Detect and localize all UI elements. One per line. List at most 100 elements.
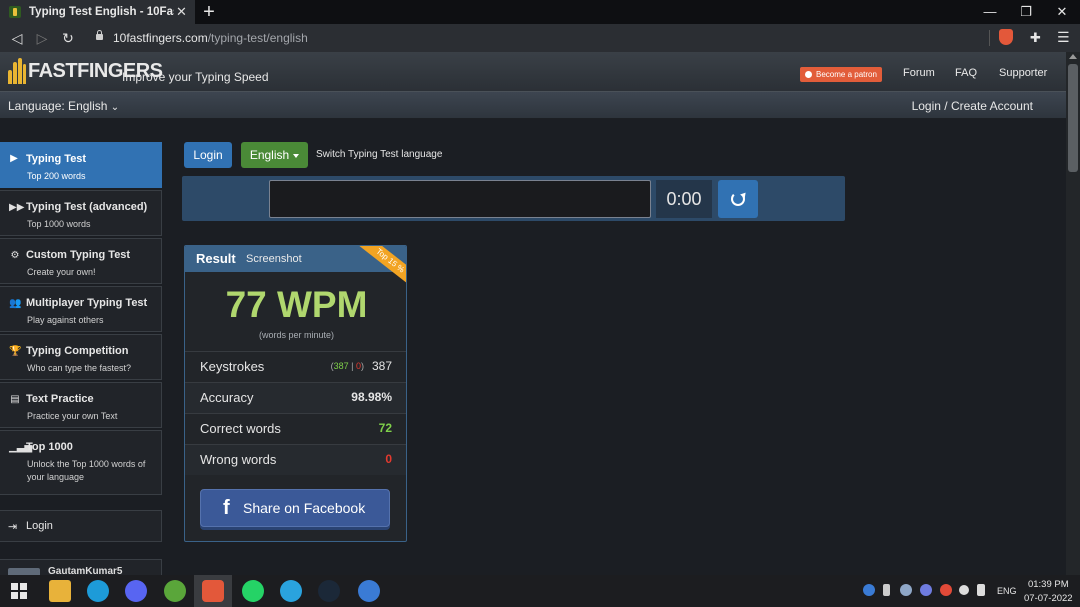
tagline: Improve your Typing Speed (122, 70, 269, 84)
divider (989, 30, 990, 46)
new-tab-icon[interactable]: + (200, 1, 218, 23)
url-text[interactable]: 10fastfingers.com/typing-test/english (113, 31, 308, 45)
typing-test-bar: 0:00 (182, 176, 845, 221)
fast-forward-icon: ▶▶ (9, 202, 25, 213)
taskbar: ENG 01:39 PM 07-07-2022 (0, 575, 1080, 607)
steam-tray-icon[interactable] (900, 584, 912, 596)
nav-forum[interactable]: Forum (903, 67, 935, 79)
trophy-icon: 🏆 (9, 346, 22, 357)
bar-chart-icon: ▁▃▅ (9, 442, 33, 453)
restart-button[interactable] (718, 180, 758, 218)
nav-faq[interactable]: FAQ (955, 67, 977, 79)
site-favicon-icon (9, 6, 21, 18)
sidebar-item-subtitle: Who can type the fastest? (27, 363, 132, 373)
sidebar-item-subtitle: Practice your own Text (27, 411, 118, 421)
avatar (8, 568, 40, 575)
sidebar-item-multiplayer[interactable]: 👥 Multiplayer Typing Test Play against o… (0, 286, 162, 332)
sidebar-item-custom-typing-test[interactable]: ⚙ Custom Typing Test Create your own! (0, 238, 162, 284)
url-host: 10fastfingers.com (113, 31, 208, 45)
close-tab-icon[interactable]: ✕ (176, 4, 187, 20)
chevron-down-icon: ⌄ (110, 102, 120, 113)
screenshot-link[interactable]: Screenshot (246, 253, 302, 265)
telegram-icon[interactable] (280, 580, 302, 602)
nav-supporter[interactable]: Supporter (999, 67, 1047, 79)
steam-icon[interactable] (318, 580, 340, 602)
language-selector[interactable]: Language: English ⌄ (8, 99, 119, 113)
keystrokes-value: 387 (371, 359, 392, 373)
minimize-icon[interactable]: — (972, 0, 1008, 24)
become-patron-button[interactable]: Become a patron (800, 67, 882, 82)
extensions-icon[interactable]: ✚ (1030, 30, 1041, 46)
discord-icon[interactable] (125, 580, 147, 602)
sidebar-item-title: Typing Test (advanced) (26, 201, 148, 213)
keystrokes-wrong: 0 (355, 361, 361, 371)
sidebar-item-title: Top 1000 (26, 441, 73, 453)
sidebar-item-subtitle: Unlock the Top 1000 words of your langua… (27, 459, 146, 482)
system-clock[interactable]: 01:39 PM 07-07-2022 (1024, 578, 1073, 606)
language-indicator[interactable]: ENG (997, 586, 1017, 596)
clock-time: 01:39 PM (1027, 579, 1069, 590)
sidebar-item-typing-test-advanced[interactable]: ▶▶ Typing Test (advanced) Top 1000 words (0, 190, 162, 236)
sidebar-item-text-practice[interactable]: ▤ Text Practice Practice your own Text (0, 382, 162, 428)
wpm-value: 77 WPM (225, 284, 368, 325)
sidebar-login-label: Login (26, 520, 53, 532)
app-icon[interactable] (164, 580, 186, 602)
sidebar-item-title: Multiplayer Typing Test (26, 297, 148, 309)
discord-tray-icon[interactable] (920, 584, 932, 596)
brave-shield-icon[interactable] (999, 29, 1013, 45)
speaker-icon[interactable] (977, 584, 985, 596)
chrome-tray-icon[interactable] (940, 584, 952, 596)
sidebar-item-subtitle: Top 200 words (27, 171, 86, 181)
timer: 0:00 (656, 180, 712, 218)
tab-title: Typing Test English - 10FastFingers (29, 6, 174, 18)
clock-date: 07-07-2022 (1024, 593, 1073, 604)
wifi-icon[interactable] (959, 585, 969, 595)
logo-hand-icon (8, 58, 26, 84)
play-icon: ▶ (10, 153, 18, 164)
qbittorrent-icon[interactable] (358, 580, 380, 602)
scroll-up-icon[interactable] (1069, 54, 1077, 59)
refresh-icon (731, 192, 745, 206)
sidebar-login[interactable]: ⇥ Login (0, 510, 162, 542)
qbittorrent-tray-icon[interactable] (863, 584, 875, 596)
sidebar-item-typing-competition[interactable]: 🏆 Typing Competition Who can type the fa… (0, 334, 162, 380)
sidebar-item-subtitle: Top 1000 words (27, 219, 91, 229)
share-facebook-label: Share on Facebook (243, 500, 366, 516)
brave-icon[interactable] (202, 580, 224, 602)
menu-icon[interactable]: ☰ (1057, 29, 1070, 46)
login-button[interactable]: Login (184, 142, 232, 168)
accuracy-row: Accuracy 98.98% (185, 382, 406, 413)
reload-page-icon[interactable]: ↻ (58, 28, 78, 48)
windows-start-icon[interactable] (11, 583, 27, 599)
language-dropdown-button[interactable]: English (241, 142, 308, 168)
usb-tray-icon[interactable] (883, 584, 890, 596)
login-create-account-link[interactable]: Login / Create Account (912, 99, 1033, 113)
share-facebook-button[interactable]: f Share on Facebook (200, 489, 390, 527)
keystrokes-correct: 387 (333, 361, 349, 371)
whatsapp-icon[interactable] (242, 580, 264, 602)
page-scrollbar[interactable] (1066, 52, 1080, 575)
result-title: Result (196, 251, 236, 266)
url-path: /typing-test/english (207, 31, 308, 45)
sidebar-item-typing-test[interactable]: ▶ Typing Test Top 200 words (0, 142, 162, 188)
language-button-label: English (249, 148, 290, 162)
username: GautamKumar5 (48, 566, 123, 575)
file-explorer-icon[interactable] (49, 580, 71, 602)
correct-words-value: 72 (378, 421, 392, 435)
document-icon: ▤ (10, 394, 20, 405)
address-bar: ◁ ▷ ↻ 10fastfingers.com/typing-test/engl… (0, 24, 1080, 52)
typing-input[interactable] (269, 180, 651, 218)
sidebar-item-title: Text Practice (26, 393, 94, 405)
wrong-words-value: 0 (385, 452, 392, 466)
sidebar-item-top-1000[interactable]: ▁▃▅ Top 1000 Unlock the Top 1000 words o… (0, 430, 162, 495)
forward-icon[interactable]: ▷ (32, 28, 52, 48)
browser-app-icon[interactable] (87, 580, 109, 602)
close-window-icon[interactable]: ✕ (1044, 0, 1080, 24)
restore-icon[interactable]: ❐ (1008, 0, 1044, 24)
sidebar-user[interactable]: GautamKumar5 (0, 559, 162, 575)
back-icon[interactable]: ◁ (7, 28, 27, 48)
sidebar-item-subtitle: Play against others (27, 315, 104, 325)
site-header: FASTFINGERS Improve your Typing Speed Be… (0, 52, 1080, 92)
browser-tab[interactable]: Typing Test English - 10FastFingers ✕ (0, 0, 195, 24)
scrollbar-thumb[interactable] (1068, 64, 1078, 172)
